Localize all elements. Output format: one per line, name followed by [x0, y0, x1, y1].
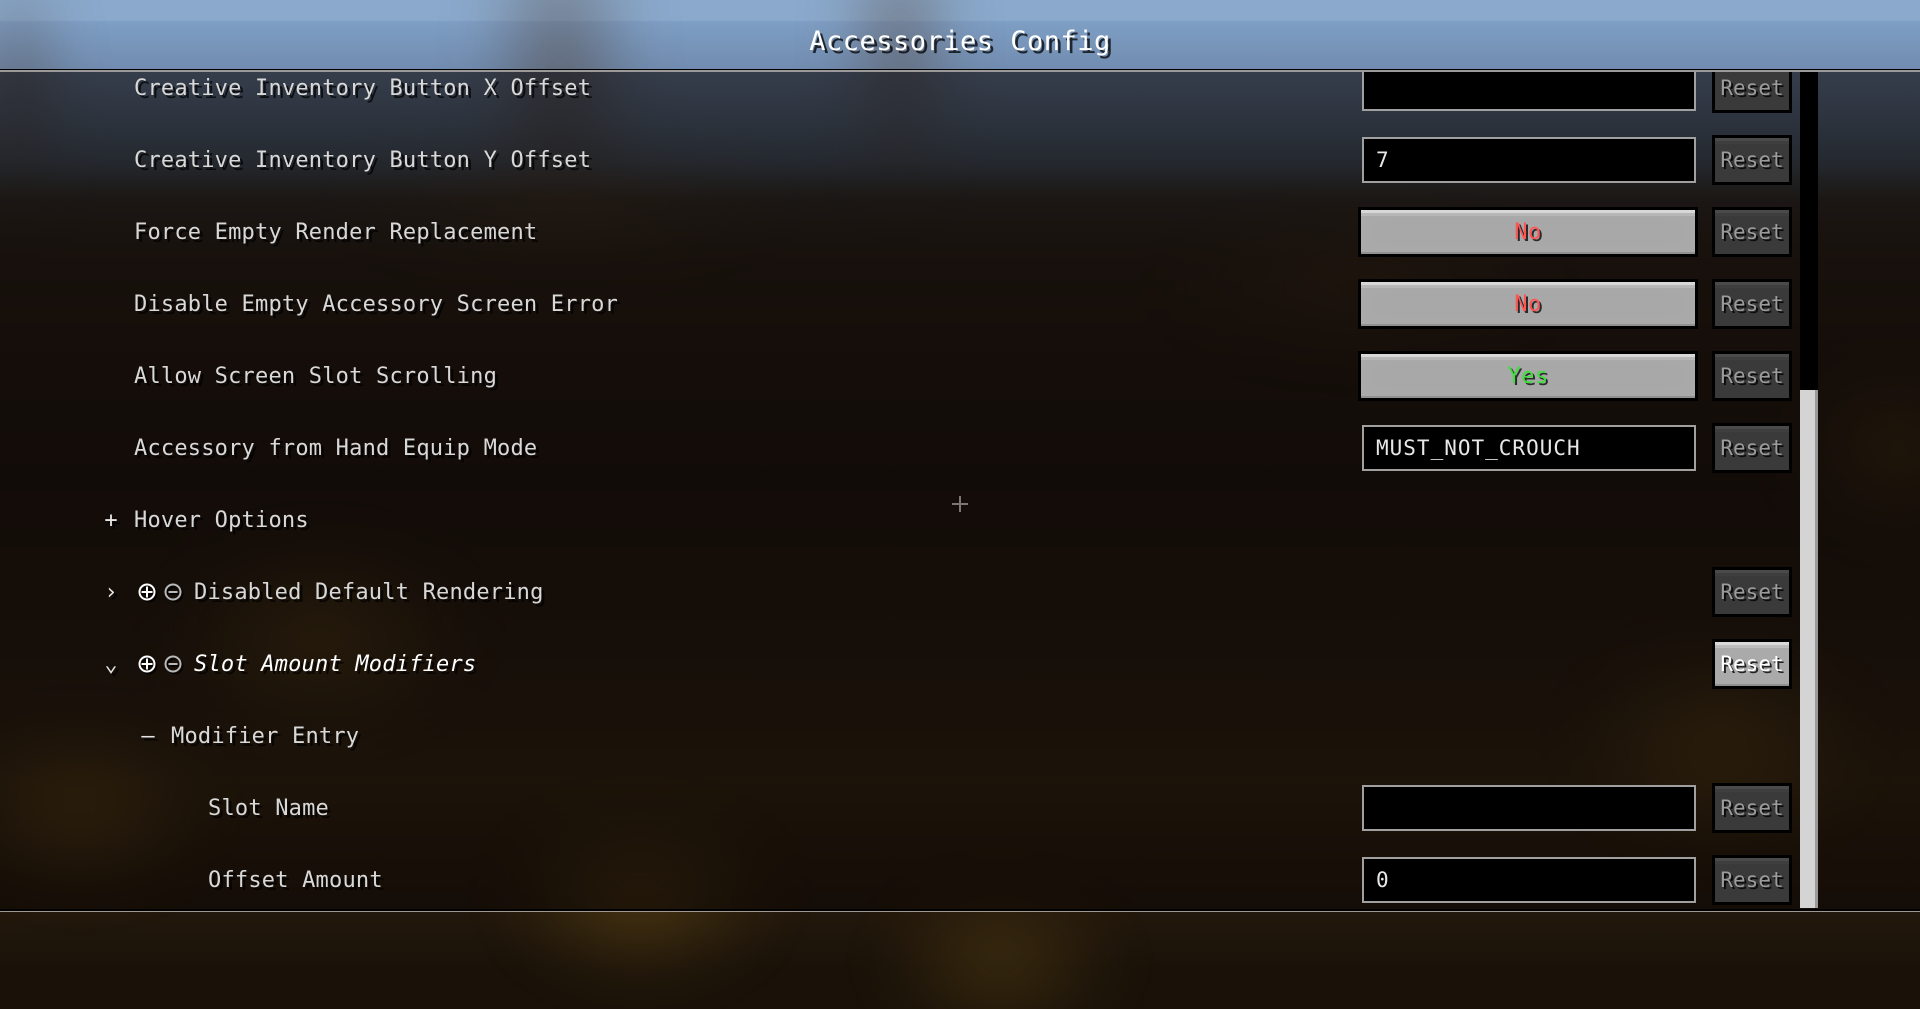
config-row-left: + Hover Options	[104, 507, 309, 533]
reset-button: Reset	[1712, 855, 1792, 905]
config-value-input[interactable]	[1362, 785, 1696, 831]
expand-plus-icon[interactable]: +	[98, 508, 124, 533]
config-row-left: › Disabled Default Rendering	[104, 579, 544, 605]
reset-button-label: Reset	[1720, 76, 1784, 100]
config-value-input[interactable]: 0	[1362, 857, 1696, 903]
config-row-left: Allow Screen Slot Scrolling	[134, 364, 497, 389]
config-row-left: Slot Name	[208, 796, 329, 821]
collapse-minus-icon[interactable]: –	[135, 724, 161, 749]
add-entry-icon[interactable]	[134, 582, 160, 602]
config-row-left: Disable Empty Accessory Screen Error	[134, 292, 618, 317]
config-row-left: Force Empty Render Replacement	[134, 220, 537, 245]
config-row: Creative Inventory Button Y Offset 7 Reset	[0, 124, 1920, 196]
reset-button: Reset	[1712, 72, 1792, 113]
remove-entry-icon[interactable]	[160, 654, 186, 674]
config-toggle-button[interactable]: No	[1358, 207, 1698, 257]
reset-button: Reset	[1712, 135, 1792, 185]
config-value-text: 7	[1376, 148, 1390, 172]
config-row-left: Accessory from Hand Equip Mode	[134, 436, 537, 461]
reset-button: Reset	[1712, 351, 1792, 401]
config-row: › Disabled Default Rendering Reset	[0, 556, 1920, 628]
config-option-label: Slot Name	[208, 795, 330, 821]
scrollbar-thumb[interactable]	[1800, 390, 1818, 908]
reset-button-label: Reset	[1720, 364, 1784, 388]
chevron-down-icon[interactable]: ⌄	[98, 652, 124, 677]
config-row-left: Creative Inventory Button X Offset	[134, 76, 591, 101]
reset-button-label: Reset	[1720, 796, 1784, 820]
config-toggle-button[interactable]: No	[1358, 279, 1698, 329]
config-option-label: Disable Empty Accessory Screen Error	[134, 291, 619, 317]
reset-button: Reset	[1712, 279, 1792, 329]
config-row-left: Creative Inventory Button Y Offset	[134, 148, 591, 173]
config-row-left: ⌄ Slot Amount Modifiers	[104, 651, 477, 677]
config-toggle-value: No	[1514, 219, 1542, 245]
reset-button: Reset	[1712, 423, 1792, 473]
config-row: Accessory from Hand Equip Mode MUST_NOT_C…	[0, 412, 1920, 484]
reset-button: Reset	[1712, 207, 1792, 257]
config-row-left: Offset Amount	[208, 868, 383, 893]
config-value-text: MUST_NOT_CROUCH	[1376, 436, 1581, 460]
config-option-list[interactable]: Creative Inventory Button X Offset Reset C…	[0, 72, 1920, 908]
config-row: Force Empty Render Replacement No Reset	[0, 196, 1920, 268]
page-title: Accessories Config	[809, 26, 1111, 57]
reset-button-label: Reset	[1720, 148, 1784, 172]
config-value-input[interactable]: 7	[1362, 137, 1696, 183]
minecraft-config-screen: Accessories Config Creative Inventory Bu…	[0, 0, 1920, 1009]
reset-button: Reset	[1712, 567, 1792, 617]
config-row: Disable Empty Accessory Screen Error No Re…	[0, 268, 1920, 340]
config-toggle-value: Yes	[1507, 363, 1549, 389]
config-row: Offset Amount 0 Reset	[0, 844, 1920, 908]
reset-button-label: Reset	[1720, 436, 1784, 460]
config-value-input[interactable]: MUST_NOT_CROUCH	[1362, 425, 1696, 471]
config-option-label: Creative Inventory Button Y Offset	[134, 147, 592, 173]
reset-button-label: Reset	[1720, 292, 1784, 316]
chevron-right-icon[interactable]: ›	[98, 580, 124, 605]
add-entry-icon[interactable]	[134, 654, 160, 674]
remove-entry-icon[interactable]	[160, 582, 186, 602]
footer-bar: Cancel Save & Quit www.9minecraft.net	[0, 912, 1920, 1009]
config-value-input[interactable]	[1362, 72, 1696, 111]
config-option-label: Accessory from Hand Equip Mode	[134, 435, 538, 461]
config-option-label: Offset Amount	[208, 867, 383, 893]
reset-button-label: Reset	[1720, 868, 1784, 892]
config-row: Creative Inventory Button X Offset Reset	[0, 72, 1920, 124]
config-option-label: Slot Amount Modifiers	[194, 651, 477, 677]
reset-button-label: Reset	[1720, 220, 1784, 244]
config-row: + Hover Options	[0, 484, 1920, 556]
config-option-label: Force Empty Render Replacement	[134, 219, 538, 245]
config-option-label: Modifier Entry	[171, 723, 360, 749]
config-toggle-value: No	[1514, 291, 1542, 317]
config-option-label: Creative Inventory Button X Offset	[134, 75, 592, 101]
config-row: ⌄ Slot Amount Modifiers Reset	[0, 628, 1920, 700]
config-row: – Modifier Entry	[0, 700, 1920, 772]
reset-button-label: Reset	[1720, 652, 1784, 676]
config-option-label: Disabled Default Rendering	[194, 579, 544, 605]
config-toggle-button[interactable]: Yes	[1358, 351, 1698, 401]
config-row-left: – Modifier Entry	[141, 723, 360, 749]
reset-button[interactable]: Reset	[1712, 639, 1792, 689]
reset-button-label: Reset	[1720, 580, 1784, 604]
config-value-text: 0	[1376, 868, 1390, 892]
config-row: Allow Screen Slot Scrolling Yes Reset	[0, 340, 1920, 412]
config-option-label: Allow Screen Slot Scrolling	[134, 363, 498, 389]
config-row: Slot Name Reset	[0, 772, 1920, 844]
reset-button: Reset	[1712, 783, 1792, 833]
config-option-label: Hover Options	[134, 507, 309, 533]
